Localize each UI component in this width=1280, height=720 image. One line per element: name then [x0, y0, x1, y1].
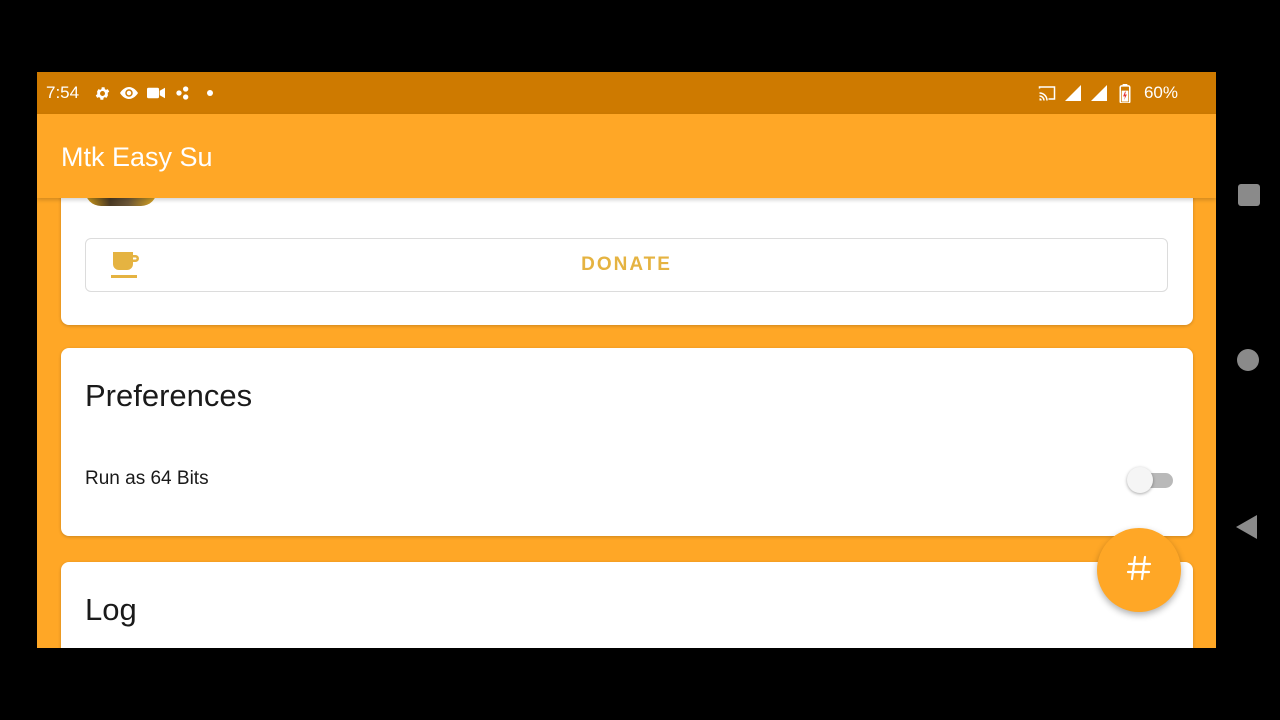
hash-icon: [1124, 553, 1154, 588]
status-bar: 7:54 60%: [37, 72, 1216, 114]
cast-icon: [1038, 84, 1056, 102]
back-button[interactable]: [1236, 515, 1257, 539]
donate-card: DONATE: [61, 178, 1193, 325]
preferences-card: Preferences Run as 64 Bits: [61, 348, 1193, 536]
battery-percent: 60%: [1143, 83, 1178, 102]
log-card: Log: [61, 562, 1193, 648]
status-left: 7:54: [46, 72, 228, 114]
settings-icon: [93, 84, 111, 102]
preference-label: Run as 64 Bits: [85, 468, 209, 489]
log-title: Log: [85, 592, 137, 627]
donate-button[interactable]: DONATE: [85, 238, 1168, 292]
video-icon: [147, 84, 166, 102]
system-nav-bar: [1216, 72, 1280, 648]
app-bar: Mtk Easy Su: [37, 114, 1216, 198]
signal-icon: [1064, 84, 1082, 102]
signal-icon: [1090, 84, 1108, 102]
run-64-bits-switch[interactable]: [1127, 466, 1175, 494]
switch-thumb: [1127, 467, 1153, 493]
recent-apps-button[interactable]: [1238, 184, 1260, 206]
dot-icon: [201, 84, 219, 102]
home-button[interactable]: [1237, 349, 1259, 371]
eye-icon: [120, 84, 139, 102]
phone-screen: 7:54 60% Mtk Easy Su DONATE Preferences …: [37, 72, 1216, 648]
scroll-content[interactable]: DONATE Preferences Run as 64 Bits Log: [37, 178, 1216, 648]
status-time: 7:54: [46, 83, 80, 102]
preferences-title: Preferences: [85, 378, 253, 413]
donate-label: DONATE: [581, 254, 672, 275]
gamepad-icon: [174, 84, 192, 102]
status-right: 60%: [1038, 72, 1178, 114]
coffee-cup-icon: [110, 250, 142, 280]
preference-row-run-64-bits[interactable]: Run as 64 Bits: [85, 466, 1173, 494]
app-title: Mtk Easy Su: [61, 142, 213, 172]
battery-icon: [1116, 83, 1134, 103]
terminal-fab-button[interactable]: [1097, 528, 1181, 612]
